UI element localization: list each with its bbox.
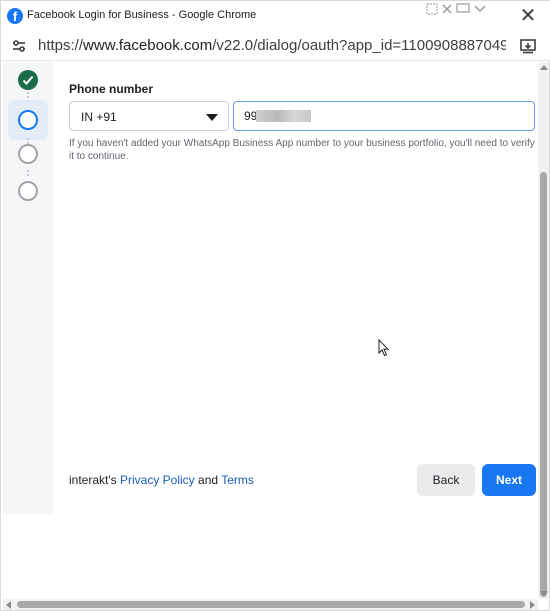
step-current-highlight [8,100,48,140]
address-bar[interactable]: https://www.facebook.com/v22.0/dialog/oa… [1,31,550,61]
vertical-scrollbar[interactable] [538,62,549,599]
cast-icon[interactable] [519,38,537,54]
step-pending [18,144,38,164]
scroll-down-arrow-icon[interactable] [540,591,548,596]
site-info-tune-icon[interactable] [11,38,27,54]
step-current [18,110,38,130]
close-window-button[interactable]: ✕ [517,6,539,26]
checkmark-icon [22,75,34,85]
next-button[interactable]: Next [482,464,536,496]
and-text: and [198,473,219,487]
redacted-phone-digits [256,110,311,122]
phone-helper-text: If you haven't added your WhatsApp Busin… [69,138,535,162]
window-title: Facebook Login for Business - Google Chr… [27,9,257,21]
step-connector [27,92,29,98]
url-text[interactable]: https://www.facebook.com/v22.0/dialog/oa… [38,37,506,54]
country-code-value: IN +91 [81,110,117,124]
step-connector [27,170,29,176]
window-controls-ghost-icon [426,3,486,15]
back-button[interactable]: Back [417,464,475,496]
url-path: /v22.0/dialog/oauth?app_id=1100908887049… [212,37,506,54]
terms-link[interactable]: Terms [221,473,254,487]
phone-number-label: Phone number [69,82,154,96]
facebook-logo-icon: f [7,8,23,24]
caret-down-icon [206,114,218,121]
progress-stepper [3,62,53,514]
vertical-scroll-thumb[interactable] [540,172,547,597]
country-code-select[interactable]: IN +91 [69,101,229,131]
step-pending [18,181,38,201]
browser-popup-window: f Facebook Login for Business - Google C… [0,0,550,611]
scroll-up-arrow-icon[interactable] [540,65,548,70]
horizontal-scrollbar[interactable] [3,599,538,610]
horizontal-scroll-thumb[interactable] [17,601,525,608]
step-completed [18,70,38,90]
privacy-policy-link[interactable]: Privacy Policy [120,473,195,487]
scroll-right-arrow-icon[interactable] [530,601,535,609]
dialog-content: Phone number IN +91 If you haven't added… [53,62,537,514]
company-name: interakt's [69,473,117,487]
scroll-left-arrow-icon[interactable] [6,601,11,609]
url-scheme: https:// [38,37,84,54]
mouse-cursor-icon [378,339,390,357]
legal-footer: interakt's Privacy Policy and Terms [69,473,254,487]
url-host: www.facebook.com [83,37,213,54]
title-bar: f Facebook Login for Business - Google C… [1,1,550,31]
